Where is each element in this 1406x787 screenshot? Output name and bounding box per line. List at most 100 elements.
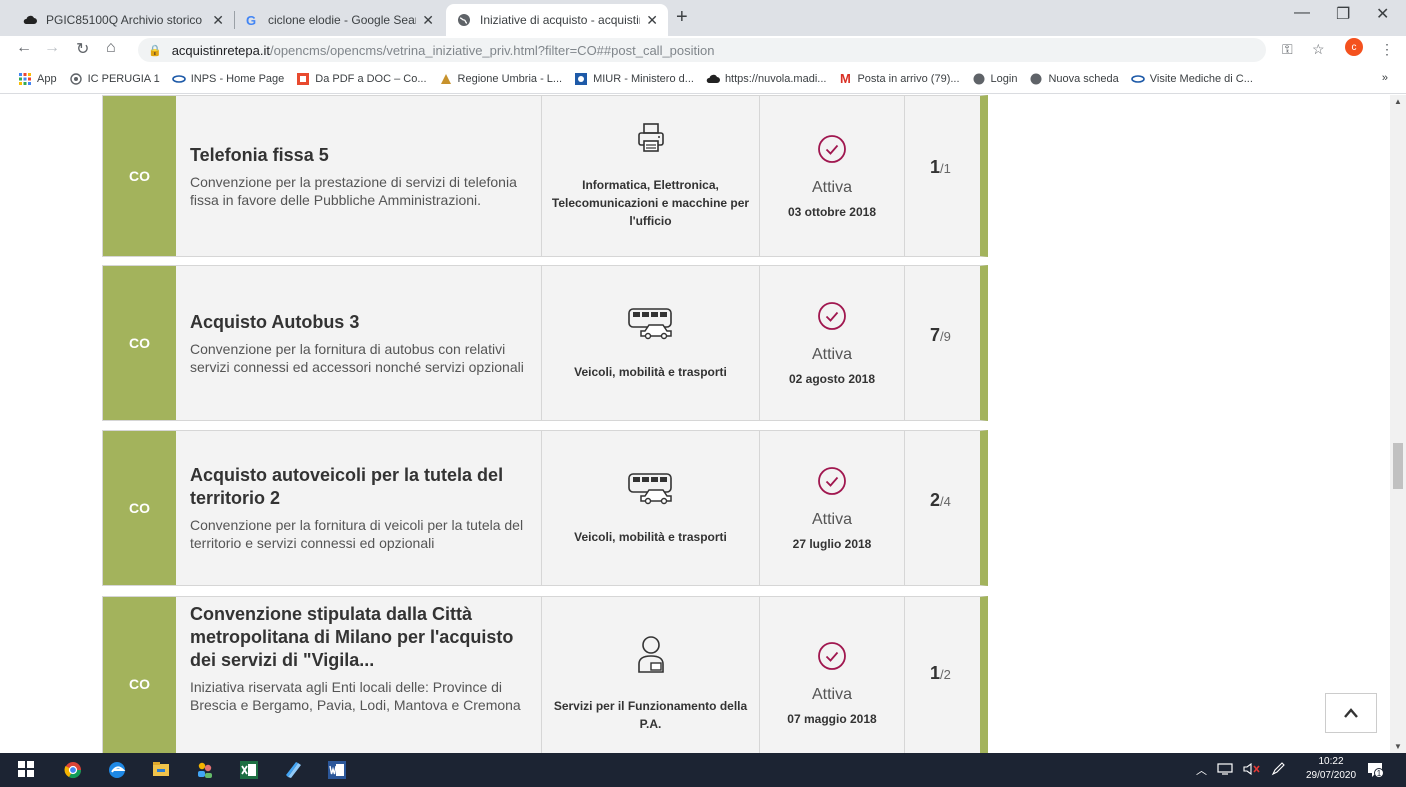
close-icon[interactable]: ✕ bbox=[646, 12, 658, 29]
tab-iniziative[interactable]: Iniziative di acquisto - acquistinr ✕ bbox=[446, 4, 668, 36]
browser-toolbar: ← → ↻ ⌂ 🔒 acquistinretepa.it/opencms/ope… bbox=[0, 36, 1406, 64]
tab-google-search[interactable]: G ciclone elodie - Google Search ✕ bbox=[234, 4, 444, 36]
tray-expand-icon[interactable]: ︿ bbox=[1196, 762, 1207, 778]
initiative-type-badge: CO bbox=[103, 266, 176, 420]
windows-start-icon[interactable] bbox=[18, 761, 36, 779]
excel-icon[interactable] bbox=[240, 761, 258, 779]
url-path: /opencms/opencms/vetrina_iniziative_priv… bbox=[269, 42, 715, 58]
menu-dots-icon[interactable]: ⋮ bbox=[1380, 41, 1394, 58]
initiative-card[interactable]: CO Acquisto Autobus 3 Convenzione per la… bbox=[102, 265, 988, 421]
network-icon[interactable] bbox=[1217, 762, 1233, 778]
key-icon[interactable]: ⚿ bbox=[1282, 41, 1293, 58]
category-label: Servizi per il Funzionamento della P.A. bbox=[553, 699, 748, 731]
check-circle-icon bbox=[817, 641, 847, 676]
bookmark-nuova-scheda[interactable]: Nuova scheda bbox=[1029, 72, 1119, 86]
cloud-icon bbox=[706, 72, 720, 86]
word-icon[interactable] bbox=[328, 761, 346, 779]
scroll-up-icon[interactable]: ▲ bbox=[1394, 97, 1402, 106]
bookmark-label: INPS - Home Page bbox=[190, 72, 285, 85]
status-date: 03 ottobre 2018 bbox=[787, 204, 877, 219]
close-icon[interactable]: ✕ bbox=[422, 12, 434, 29]
vehicles-icon bbox=[627, 306, 675, 345]
bookmark-inps[interactable]: INPS - Home Page bbox=[171, 72, 285, 86]
home-icon[interactable]: ⌂ bbox=[106, 39, 116, 57]
close-icon[interactable]: ✕ bbox=[212, 12, 224, 29]
initiative-status: Attiva 03 ottobre 2018 bbox=[759, 96, 904, 256]
bookmark-gmail[interactable]: M Posta in arrivo (79)... bbox=[838, 71, 960, 86]
miur-icon bbox=[574, 72, 588, 86]
profile-avatar[interactable]: c bbox=[1345, 38, 1363, 56]
people-app-icon[interactable] bbox=[196, 761, 214, 779]
initiative-title[interactable]: Acquisto Autobus 3 bbox=[190, 311, 527, 334]
minimize-button[interactable]: — bbox=[1294, 4, 1310, 22]
initiative-card[interactable]: CO Telefonia fissa 5 Convenzione per la … bbox=[102, 95, 988, 257]
lock-icon: 🔒 bbox=[148, 44, 162, 57]
initiative-title[interactable]: Telefonia fissa 5 bbox=[190, 144, 527, 167]
status-date: 07 maggio 2018 bbox=[787, 712, 877, 726]
initiative-card[interactable]: CO Convenzione stipulata dalla Città met… bbox=[102, 596, 988, 753]
notes-app-icon[interactable] bbox=[284, 761, 302, 779]
bookmarks-bar: App IC PERUGIA 1 INPS - Home Page Da PDF… bbox=[0, 64, 1406, 94]
initiative-count: 7/9 bbox=[904, 266, 981, 420]
initiative-status: Attiva 07 maggio 2018 bbox=[759, 597, 904, 753]
file-explorer-icon[interactable] bbox=[152, 761, 170, 779]
maximize-button[interactable]: ❐ bbox=[1336, 4, 1350, 24]
initiative-card[interactable]: CO Acquisto autoveicoli per la tutela de… bbox=[102, 430, 988, 586]
clock-date: 29/07/2020 bbox=[1305, 770, 1357, 781]
initiative-description: Convenzione per la fornitura di veicoli … bbox=[190, 517, 524, 551]
bookmark-pdf-doc[interactable]: Da PDF a DOC – Co... bbox=[296, 72, 427, 86]
bookmark-nuvola[interactable]: https://nuvola.madi... bbox=[706, 72, 826, 86]
volume-muted-icon[interactable] bbox=[1243, 762, 1261, 778]
bookmark-ic-perugia[interactable]: IC PERUGIA 1 bbox=[69, 72, 160, 86]
status-date: 27 luglio 2018 bbox=[792, 536, 872, 551]
address-bar[interactable]: 🔒 acquistinretepa.it/opencms/opencms/vet… bbox=[138, 38, 1266, 62]
initiative-description: Iniziativa riservata agli Enti locali de… bbox=[190, 679, 521, 713]
initiative-title[interactable]: Convenzione stipulata dalla Città metrop… bbox=[190, 603, 527, 672]
tab-archivio[interactable]: PGIC85100Q Archivio storico ✕ bbox=[12, 4, 234, 36]
edge-icon[interactable] bbox=[108, 761, 126, 779]
scroll-down-icon[interactable]: ▼ bbox=[1394, 742, 1402, 751]
back-arrow-icon[interactable]: ← bbox=[16, 39, 32, 57]
reload-icon[interactable]: ↻ bbox=[76, 39, 89, 59]
windows-taskbar: ︿ 10:22 29/07/2020 1 bbox=[0, 753, 1406, 787]
bookmarks-more-button[interactable]: » bbox=[1382, 72, 1388, 84]
count-value: 1 bbox=[930, 156, 941, 177]
count-value: 7 bbox=[930, 324, 941, 345]
tab-title: PGIC85100Q Archivio storico bbox=[46, 13, 203, 27]
status-label: Attiva bbox=[811, 510, 852, 528]
vehicles-icon bbox=[627, 471, 675, 510]
new-tab-button[interactable]: + bbox=[676, 6, 688, 29]
bookmark-label: Nuova scheda bbox=[1048, 72, 1119, 85]
count-total: /1 bbox=[940, 160, 951, 176]
pen-icon[interactable] bbox=[1271, 761, 1285, 779]
forward-arrow-icon[interactable]: → bbox=[44, 39, 60, 57]
back-to-top-button[interactable] bbox=[1325, 693, 1377, 733]
tab-title: Iniziative di acquisto - acquistinr bbox=[480, 13, 641, 27]
bookmark-miur[interactable]: MIUR - Ministero d... bbox=[574, 72, 694, 86]
status-label: Attiva bbox=[811, 345, 852, 363]
bookmark-regione-umbria[interactable]: Regione Umbria - L... bbox=[439, 72, 563, 86]
scrollbar-thumb[interactable] bbox=[1393, 443, 1403, 489]
initiative-info: Acquisto Autobus 3 Convenzione per la fo… bbox=[176, 266, 541, 420]
bookmark-label: Regione Umbria - L... bbox=[457, 72, 563, 85]
action-center-icon[interactable]: 1 bbox=[1366, 761, 1384, 779]
initiative-category: Servizi per il Funzionamento della P.A. bbox=[541, 597, 759, 753]
taskbar-clock[interactable]: 10:22 29/07/2020 bbox=[1300, 755, 1362, 783]
initiative-description: Convenzione per la prestazione di serviz… bbox=[190, 173, 517, 208]
page-scrollbar[interactable]: ▲ ▼ bbox=[1390, 95, 1406, 753]
cloud-icon bbox=[22, 12, 38, 28]
bookmark-login[interactable]: Login bbox=[972, 72, 1017, 86]
star-icon[interactable]: ☆ bbox=[1312, 41, 1325, 58]
count-total: /9 bbox=[940, 328, 951, 344]
bookmark-visite-mediche[interactable]: Visite Mediche di C... bbox=[1130, 72, 1253, 86]
bookmark-label: MIUR - Ministero d... bbox=[593, 72, 694, 85]
initiative-info: Acquisto autoveicoli per la tutela del t… bbox=[176, 431, 541, 585]
chrome-icon[interactable] bbox=[64, 761, 82, 779]
initiative-title[interactable]: Acquisto autoveicoli per la tutela del t… bbox=[190, 464, 527, 510]
initiative-type-badge: CO bbox=[103, 96, 176, 256]
url-host: acquistinretepa.it bbox=[171, 42, 270, 58]
bookmark-app[interactable]: App bbox=[18, 72, 57, 86]
category-label: Veicoli, mobilità e trasporti bbox=[574, 529, 727, 544]
notification-count-badge: 1 bbox=[1374, 768, 1384, 778]
window-close-button[interactable]: ✕ bbox=[1376, 4, 1389, 24]
